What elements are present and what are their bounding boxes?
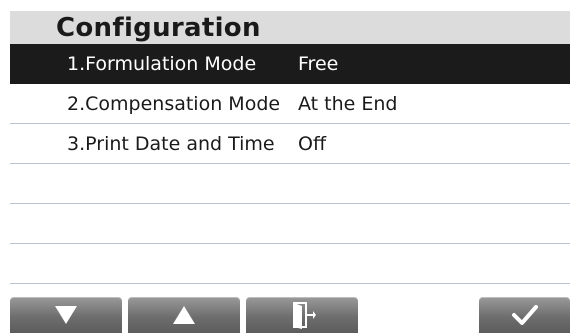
menu-item-empty — [10, 204, 570, 244]
confirm-button[interactable] — [479, 297, 570, 333]
exit-button[interactable] — [246, 297, 358, 333]
menu-item-label: 2.Compensation Mode — [67, 93, 281, 115]
softkey-bar — [10, 297, 570, 333]
menu-item-label: 3.Print Date and Time — [67, 133, 275, 155]
up-arrow-icon — [173, 306, 195, 324]
scroll-up-button[interactable] — [128, 297, 240, 333]
menu-item-label: 1.Formulation Mode — [67, 53, 257, 75]
scroll-down-button[interactable] — [10, 297, 122, 333]
menu-item-empty — [10, 164, 570, 204]
menu-item-empty — [10, 244, 570, 284]
checkmark-icon — [511, 305, 538, 325]
menu-item-print-date-time[interactable]: 3.Print Date and Time Off — [10, 124, 570, 164]
header-bar: Configuration — [10, 11, 570, 44]
down-arrow-icon — [55, 306, 77, 324]
menu-item-value: Free — [298, 53, 339, 75]
menu-item-formulation-mode[interactable]: 1.Formulation Mode Free — [10, 44, 570, 84]
menu-item-value: Off — [298, 133, 327, 155]
exit-door-icon — [293, 302, 316, 329]
page-title: Configuration — [56, 13, 261, 43]
menu-item-value: At the End — [298, 93, 398, 115]
menu-list: 1.Formulation Mode Free 2.Compensation M… — [10, 44, 570, 284]
config-screen: Configuration 1.Formulation Mode Free 2.… — [10, 11, 570, 333]
menu-item-compensation-mode[interactable]: 2.Compensation Mode At the End — [10, 84, 570, 124]
